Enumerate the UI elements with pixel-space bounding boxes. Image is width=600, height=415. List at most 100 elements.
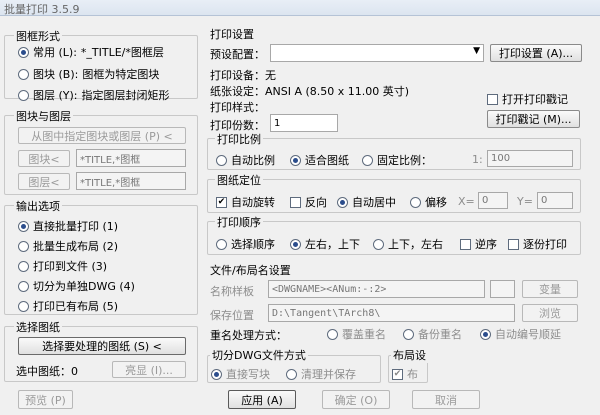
offset-x-label: X= [458, 195, 475, 208]
layer-pick-button[interactable]: 图层< [18, 173, 70, 190]
block-name-field[interactable]: *TITLE,*图框 [76, 149, 186, 167]
radio-selected-icon [480, 328, 491, 340]
chevron-down-icon: ▼ [473, 46, 480, 56]
output-print-to-file-radio[interactable]: 打印到文件 (3) [18, 258, 107, 274]
output-title: 输出选项 [14, 198, 62, 214]
preview-button[interactable]: 预览 (P) [18, 390, 73, 409]
auto-rotate-checkbox[interactable]: ✔ 自动旋转 [216, 194, 275, 210]
save-path-label: 保存位置 [210, 309, 254, 322]
split-purge-save-radio[interactable]: 清理并保存 [286, 366, 356, 382]
rename-auto-number-radio[interactable]: 自动编号顺延 [480, 326, 561, 342]
paper-setting-label: 纸张设定：ANSI A (8.50 x 11.00 英寸) [210, 85, 410, 98]
scale-fit-radio[interactable]: 适合图纸 [290, 152, 349, 168]
radio-icon [18, 260, 29, 272]
save-path-input[interactable]: D:\Tangent\TArch8\ [268, 304, 515, 322]
layer-name-field[interactable]: *TITLE,*图框 [76, 172, 186, 190]
offset-radio[interactable]: 偏移 [410, 194, 447, 210]
block-layer-title: 图块与图层 [14, 108, 73, 124]
reverse-order-checkbox[interactable]: 逆序 [460, 236, 497, 252]
layout-title: 布局设 [391, 347, 428, 363]
radio-icon [410, 196, 421, 208]
window-title: 批量打印 3.5.9 [4, 3, 80, 16]
split-title: 切分DWG文件方式 [210, 347, 308, 363]
print-settings-button[interactable]: 打印设置 (A)... [490, 44, 582, 62]
scale-fixed-radio[interactable]: 固定比例： [362, 152, 432, 168]
open-stamp-checkbox[interactable]: 打开打印戳记 [487, 91, 568, 107]
radio-selected-icon [18, 46, 29, 58]
offset-x-input[interactable]: 0 [478, 192, 508, 209]
copies-input[interactable]: 1 [270, 114, 338, 132]
output-print-existing-layout-radio[interactable]: 打印已有布局 (5) [18, 298, 118, 314]
print-settings-title: 打印设置 [210, 28, 254, 41]
select-sheets-button[interactable]: 选择要处理的图纸 (S) < [18, 337, 186, 355]
cancel-button[interactable]: 取消 [412, 390, 480, 409]
offset-y-input[interactable]: 0 [537, 192, 573, 209]
browse-button[interactable]: 浏览 [522, 304, 578, 322]
scale-auto-radio[interactable]: 自动比例 [216, 152, 275, 168]
output-split-dwg-radio[interactable]: 切分为单独DWG (4) [18, 278, 135, 294]
selected-count-label: 选中图纸：0 [16, 365, 78, 378]
preset-select[interactable]: ▼ [270, 44, 484, 62]
frame-type-block-radio[interactable]: 图块 (B): 图框为特定图块 [18, 66, 159, 82]
rename-overwrite-radio[interactable]: 覆盖重名 [327, 326, 386, 342]
radio-icon [286, 368, 297, 380]
auto-center-radio[interactable]: 自动居中 [337, 194, 396, 210]
scale-title: 打印比例 [215, 131, 263, 147]
radio-icon [18, 280, 29, 292]
position-title: 图纸定位 [215, 172, 263, 188]
rename-label: 重名处理方式： [210, 329, 287, 342]
pick-block-layer-button[interactable]: 从图中指定图块或图层 (P) < [18, 127, 186, 144]
radio-icon [216, 238, 227, 250]
checkbox-icon [508, 238, 519, 250]
radio-selected-icon [211, 368, 222, 380]
radio-icon [18, 300, 29, 312]
frame-type-title: 图框形式 [14, 28, 62, 44]
print-device-label: 打印设备：无 [210, 69, 276, 82]
frame-type-layer-radio[interactable]: 图层 (Y): 指定图层封闭矩形 [18, 87, 170, 103]
print-style-label: 打印样式： [210, 101, 265, 114]
name-variable-field[interactable] [490, 280, 515, 298]
split-write-block-radio[interactable]: 直接写块 [211, 366, 270, 382]
output-direct-print-radio[interactable]: 直接批量打印 (1) [18, 218, 118, 234]
checkbox-icon [487, 93, 498, 105]
variable-button[interactable]: 变量 [522, 280, 578, 298]
radio-icon [362, 154, 373, 166]
per-copy-print-checkbox[interactable]: 逐份打印 [508, 236, 567, 252]
radio-icon [18, 89, 29, 101]
radio-icon [403, 328, 414, 340]
scale-ratio-prefix: 1: [472, 153, 483, 166]
radio-icon [327, 328, 338, 340]
select-title: 选择图纸 [14, 319, 62, 335]
radio-icon [216, 154, 227, 166]
order-tb-lr-radio[interactable]: 上下，左右 [373, 236, 443, 252]
layout-checkbox[interactable]: ✔ 布 [392, 366, 418, 382]
apply-button[interactable]: 应用 (A) [228, 390, 296, 409]
radio-icon [18, 68, 29, 80]
block-pick-button[interactable]: 图块< [18, 150, 70, 167]
ok-button[interactable]: 确定 (O) [322, 390, 390, 409]
reverse-checkbox[interactable]: 反向 [290, 194, 327, 210]
highlight-button[interactable]: 亮显 (I)... [112, 361, 186, 378]
radio-selected-icon [18, 220, 29, 232]
frame-type-common-radio[interactable]: 常用 (L): *_TITLE/*图框层 [18, 44, 164, 60]
checkbox-icon [460, 238, 471, 250]
rename-backup-radio[interactable]: 备份重名 [403, 326, 462, 342]
checkmark-icon: ✔ [216, 196, 227, 208]
offset-y-label: Y= [517, 195, 533, 208]
checkmark-icon: ✔ [392, 368, 403, 380]
radio-selected-icon [337, 196, 348, 208]
order-title: 打印顺序 [215, 214, 263, 230]
checkbox-icon [290, 196, 301, 208]
output-generate-layout-radio[interactable]: 批量生成布局 (2) [18, 238, 118, 254]
name-format-input[interactable]: <DWGNAME><ANum:-:2> [268, 280, 485, 298]
radio-selected-icon [290, 238, 301, 250]
radio-selected-icon [290, 154, 301, 166]
order-selection-radio[interactable]: 选择顺序 [216, 236, 275, 252]
preset-label: 预设配置： [210, 48, 265, 61]
radio-icon [373, 238, 384, 250]
print-stamp-button[interactable]: 打印戳记 (M)... [487, 110, 580, 128]
order-lr-tb-radio[interactable]: 左右，上下 [290, 236, 360, 252]
file-names-title: 文件/布局名设置 [210, 264, 291, 277]
scale-ratio-input[interactable]: 100 [487, 150, 573, 167]
radio-icon [18, 240, 29, 252]
